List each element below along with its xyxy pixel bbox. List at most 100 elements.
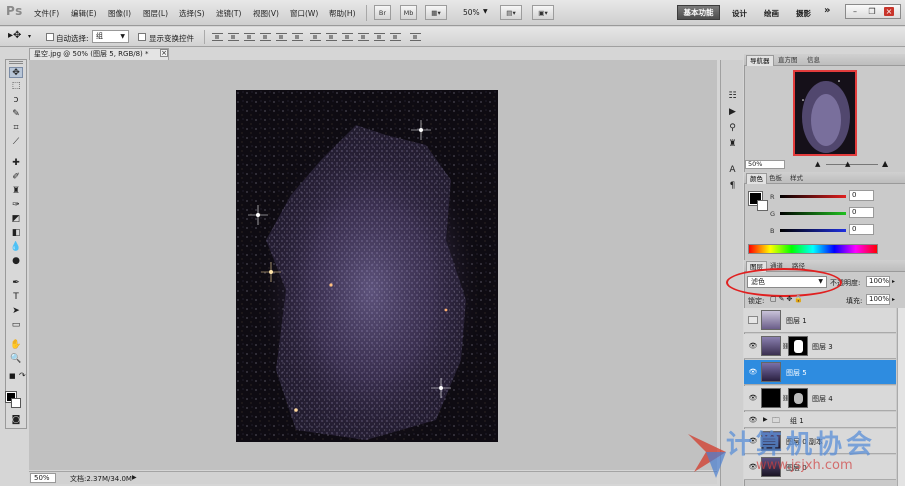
tab-swatches[interactable]: 色板 [766, 173, 785, 184]
layer-name[interactable]: 图层 5 [786, 368, 807, 378]
clone-source-icon[interactable]: ♜ [726, 138, 739, 150]
view-extras-button[interactable]: ▦▾ [425, 5, 447, 20]
layer-name[interactable]: 图层 1 [786, 316, 807, 326]
document-tab[interactable]: 星空.jpg @ 50% (图层 5, RGB/8) * [29, 48, 169, 60]
layer-row[interactable]: 图层 1 [744, 308, 896, 333]
menu-select[interactable]: 选择(S) [179, 8, 205, 19]
chevron-right-icon[interactable]: ▸ [892, 296, 895, 303]
chevron-right-icon[interactable]: ▶ [763, 416, 768, 423]
history-panel-icon[interactable]: ☷ [726, 90, 739, 102]
navigator-zoom-field[interactable]: 50% [745, 160, 785, 169]
crop-tool-icon[interactable]: ⌗ [9, 123, 23, 134]
zoom-level-menu[interactable]: 50% [463, 8, 480, 17]
close-icon[interactable]: × [884, 7, 894, 16]
dodge-tool-icon[interactable]: ● [9, 256, 23, 267]
channel-g-input[interactable]: 0 [849, 207, 874, 218]
distribute-hcenter-icon[interactable] [374, 33, 385, 41]
layer-row[interactable]: 👁 ⛓ 图层 4 [744, 386, 896, 411]
color-panel-background[interactable] [757, 200, 768, 211]
channel-g-slider[interactable] [780, 212, 846, 215]
chevron-right-icon[interactable]: ▶ [132, 474, 137, 481]
auto-select-dropdown[interactable]: 组 ▼ [92, 30, 129, 43]
brush-tool-icon[interactable]: ✐ [9, 172, 23, 183]
actions-panel-icon[interactable]: ▶ [726, 106, 739, 118]
shape-tool-icon[interactable]: ▭ [9, 320, 23, 331]
distribute-right-icon[interactable] [390, 33, 401, 41]
menu-help[interactable]: 帮助(H) [329, 8, 356, 19]
workspace-design[interactable]: 设计 [732, 8, 747, 19]
opacity-input[interactable]: 100% [866, 276, 890, 287]
eye-icon[interactable]: 👁 [748, 342, 758, 350]
history-brush-tool-icon[interactable]: ✑ [9, 200, 23, 211]
workspace-photography[interactable]: 摄影 [796, 8, 811, 19]
menu-filter[interactable]: 滤镜(T) [216, 8, 241, 19]
align-right-icon[interactable] [292, 33, 303, 41]
type-tool-icon[interactable]: T [9, 292, 23, 303]
align-left-icon[interactable] [260, 33, 271, 41]
toolbox-grip[interactable] [9, 61, 23, 64]
align-top-icon[interactable] [212, 33, 223, 41]
mini-bridge-button[interactable]: Mb [400, 5, 417, 20]
show-transform-checkbox[interactable] [138, 33, 146, 41]
eye-icon[interactable]: 👁 [748, 394, 758, 402]
path-select-tool-icon[interactable]: ➤ [9, 306, 23, 317]
pen-tool-icon[interactable]: ✒ [9, 278, 23, 289]
channel-r-slider[interactable] [780, 195, 846, 198]
auto-select-checkbox[interactable] [46, 33, 54, 41]
align-hcenter-icon[interactable] [276, 33, 287, 41]
marquee-tool-icon[interactable]: ⬚ [9, 81, 23, 92]
bridge-button[interactable]: Br [374, 5, 391, 20]
distribute-vcenter-icon[interactable] [326, 33, 337, 41]
move-tool-preset-icon[interactable]: ▸✥ [8, 30, 21, 41]
menu-layer[interactable]: 图层(L) [143, 8, 168, 19]
quick-select-tool-icon[interactable]: ✎ [9, 109, 23, 120]
align-vcenter-icon[interactable] [228, 33, 239, 41]
menu-view[interactable]: 视图(V) [253, 8, 279, 19]
zoom-in-icon[interactable]: ▲ [882, 159, 888, 168]
zoom-tool-icon[interactable]: 🔍 [9, 354, 23, 365]
gradient-tool-icon[interactable]: ◧ [9, 228, 23, 239]
tab-histogram[interactable]: 直方图 [775, 55, 801, 66]
swap-colors-icon[interactable]: ↷ [19, 371, 26, 380]
channel-b-input[interactable]: 0 [849, 224, 874, 235]
align-bottom-icon[interactable] [244, 33, 255, 41]
chevron-right-icon[interactable]: ▸ [892, 278, 895, 285]
fill-input[interactable]: 100% [866, 294, 890, 305]
zoom-slider-thumb[interactable]: ▲ [845, 160, 850, 168]
move-tool-icon[interactable]: ✥ [9, 67, 23, 78]
arrange-documents-button[interactable]: ▤▾ [500, 5, 522, 20]
status-zoom-field[interactable]: 50% [30, 473, 56, 483]
visibility-toggle-off[interactable] [748, 316, 758, 324]
menu-edit[interactable]: 编辑(E) [71, 8, 97, 19]
eye-icon[interactable]: 👁 [748, 368, 758, 376]
paragraph-panel-icon[interactable]: ¶ [726, 180, 739, 192]
lock-icons[interactable]: ▢✎✥🔒 [770, 295, 805, 303]
layer-row-selected[interactable]: 👁 图层 5 [744, 360, 896, 385]
starfield-image[interactable] [236, 90, 498, 442]
color-spectrum-bar[interactable] [748, 244, 878, 254]
menu-window[interactable]: 窗口(W) [290, 8, 318, 19]
tab-info[interactable]: 信息 [804, 55, 823, 66]
screen-mode-button[interactable]: ▣▾ [532, 5, 554, 20]
quick-mask-icon[interactable]: ◙ [9, 415, 23, 426]
blur-tool-icon[interactable]: 💧 [9, 242, 23, 253]
tab-navigator[interactable]: 导航器 [746, 55, 774, 66]
workspace-painting[interactable]: 绘画 [764, 8, 779, 19]
chevron-down-icon[interactable]: ▼ [483, 8, 488, 15]
chevron-down-icon[interactable]: ▾ [28, 33, 31, 40]
eraser-tool-icon[interactable]: ◩ [9, 214, 23, 225]
navigator-zoom-slider[interactable] [826, 164, 878, 165]
distribute-bottom-icon[interactable] [342, 33, 353, 41]
restore-icon[interactable]: ❐ [867, 7, 877, 16]
background-color-swatch[interactable] [11, 398, 21, 408]
tab-styles[interactable]: 样式 [787, 173, 806, 184]
channel-b-slider[interactable] [780, 229, 846, 232]
more-workspaces-button[interactable]: » [824, 5, 830, 16]
eye-icon[interactable]: 👁 [748, 416, 758, 424]
navigator-thumbnail[interactable] [793, 70, 857, 156]
channel-r-input[interactable]: 0 [849, 190, 874, 201]
zoom-out-icon[interactable]: ▲ [815, 160, 820, 168]
distribute-top-icon[interactable] [310, 33, 321, 41]
menu-file[interactable]: 文件(F) [34, 8, 59, 19]
eyedropper-tool-icon[interactable]: ⟋ [9, 137, 23, 148]
